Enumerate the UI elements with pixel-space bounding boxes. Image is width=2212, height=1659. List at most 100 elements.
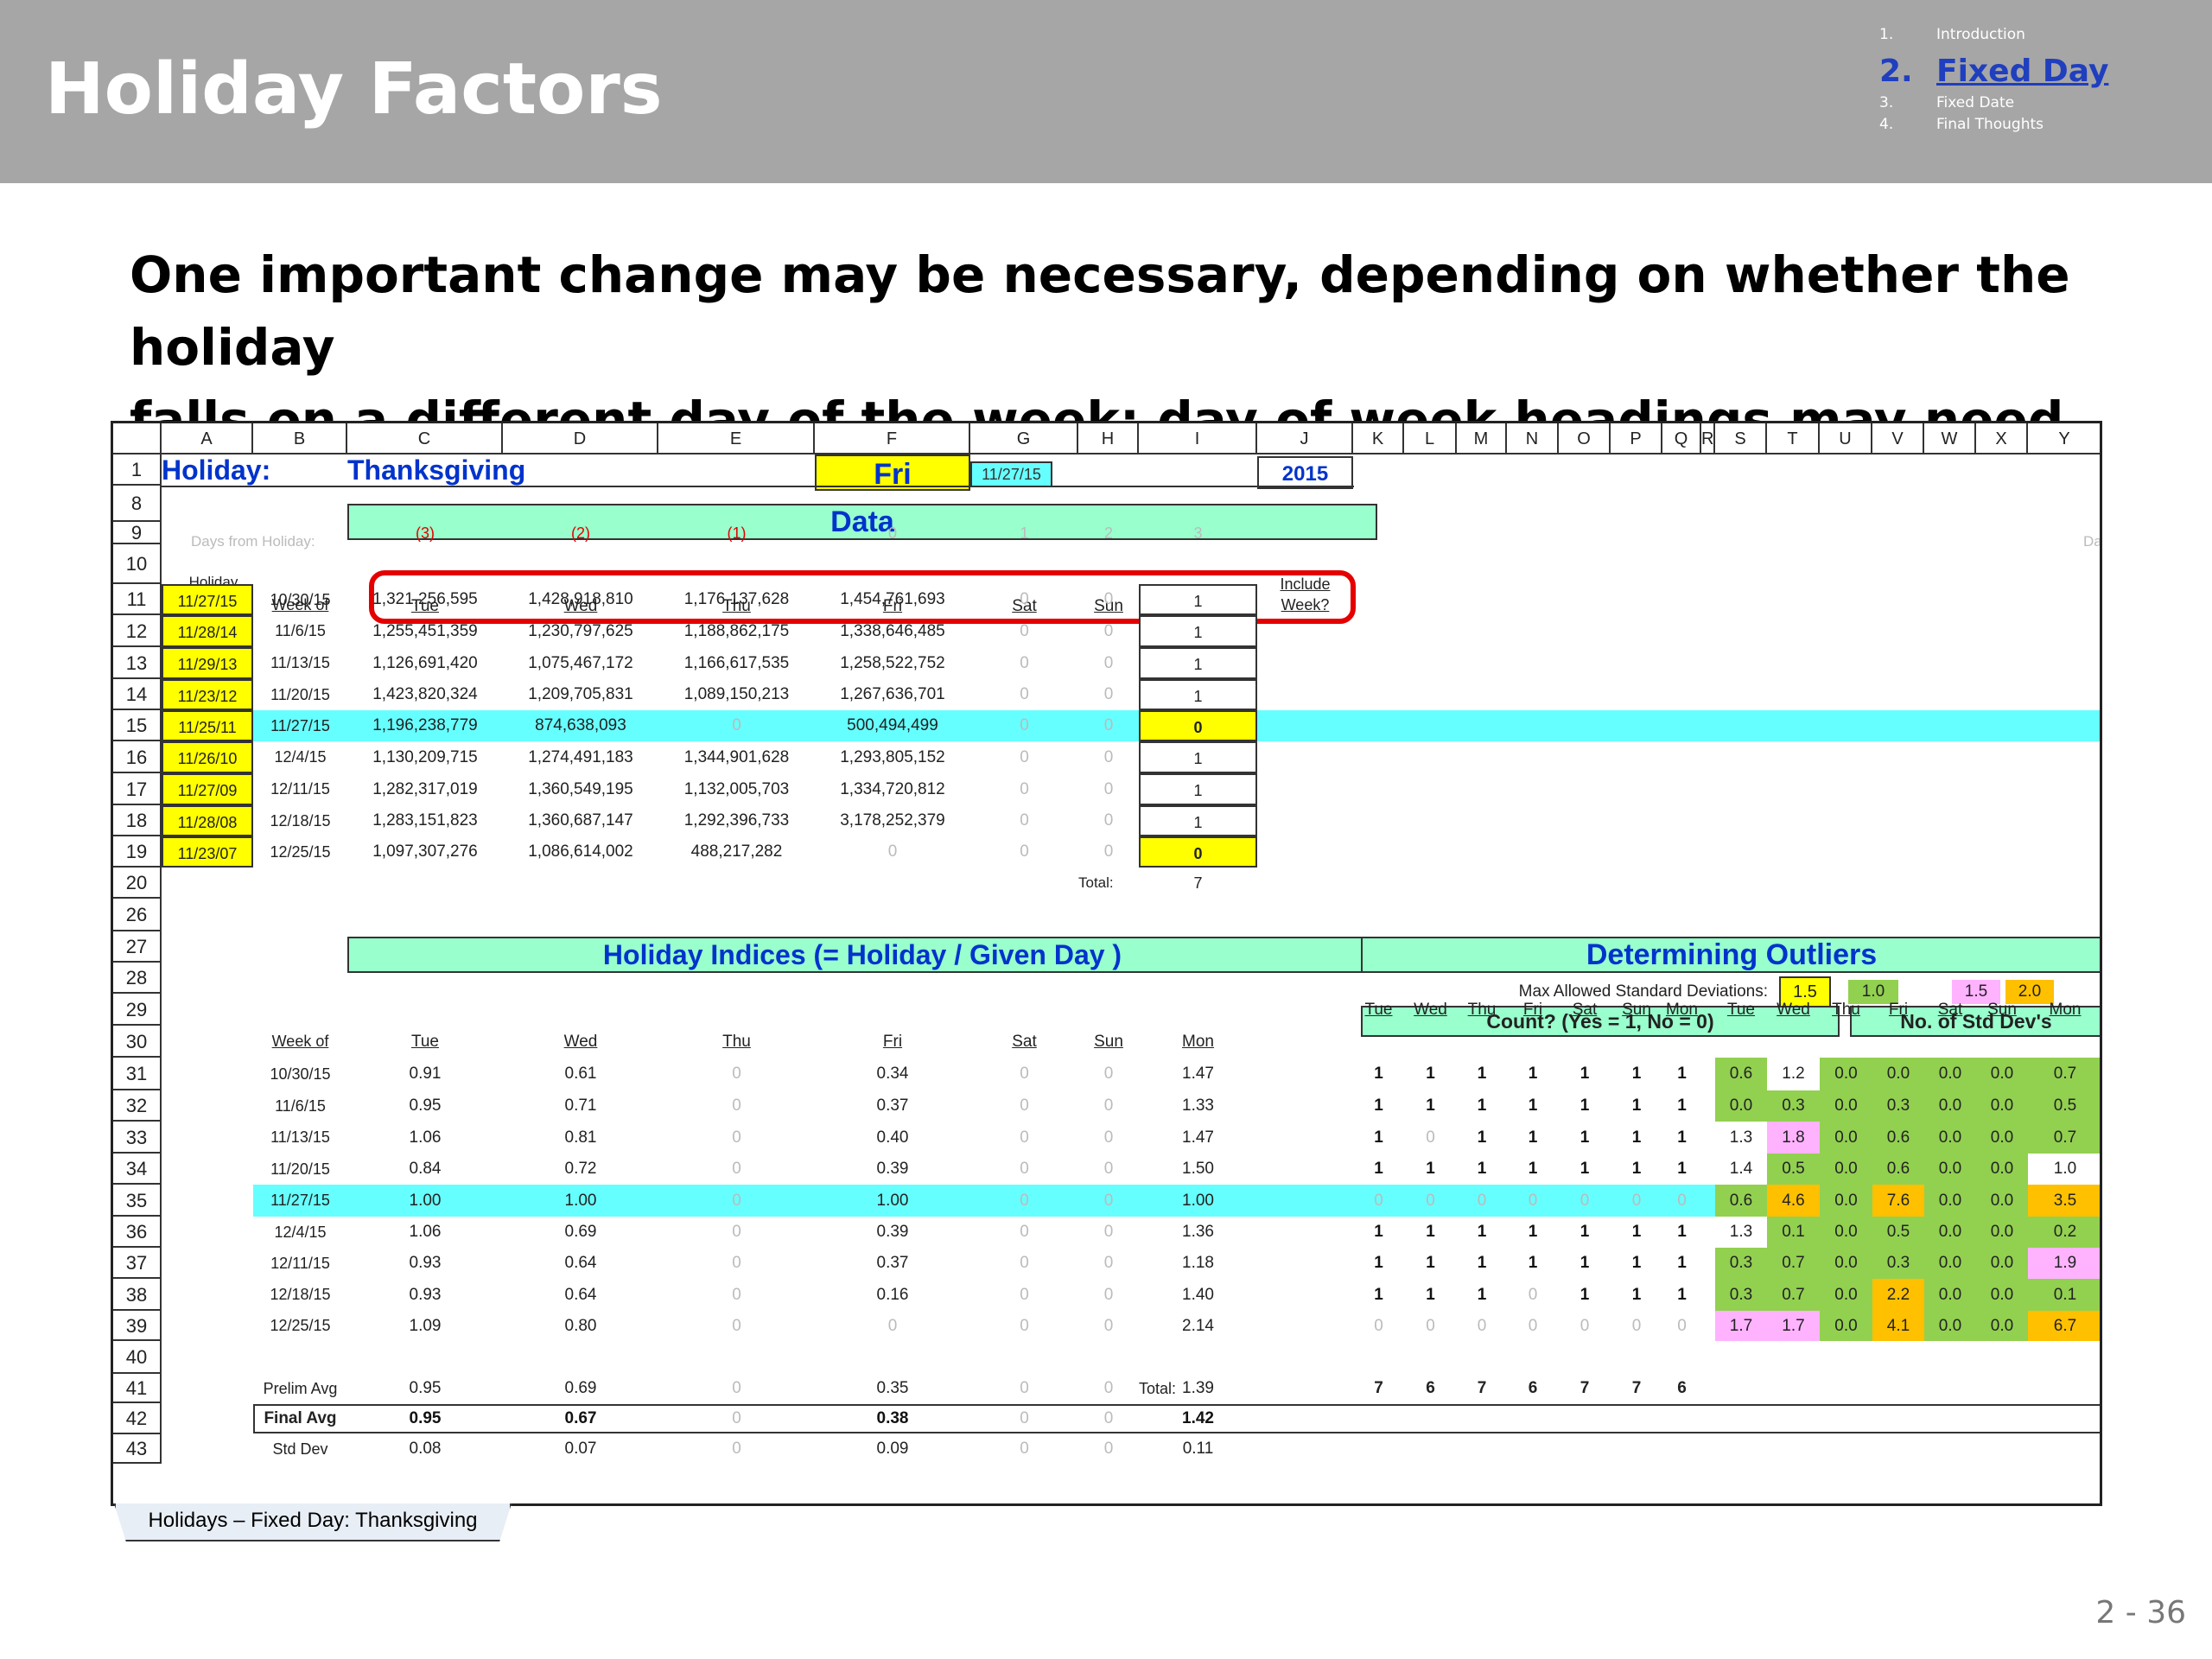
row-header-34[interactable]: 34 [113,1154,162,1185]
week-of-12: 11/6/15 [275,622,326,639]
include-15[interactable]: 0 [1139,710,1257,741]
idx-value-34-5: 0 [1020,1160,1029,1178]
idx-value-38-3: 0 [732,1286,741,1304]
spreadsheet[interactable]: A B C D E F G H I J K L M N O P Q R S T U V W X Y 1 8 9 10 11 12 13 14 15… [111,421,2102,1506]
column-header-G[interactable]: G [970,423,1078,454]
count-34-4: 1 [1528,1160,1538,1178]
row-header-12[interactable]: 12 [113,615,162,647]
row-header-13[interactable]: 13 [113,647,162,679]
row-header-8[interactable]: 8 [113,486,162,522]
row-header-31[interactable]: 31 [113,1058,162,1090]
column-header-U[interactable]: U [1820,423,1872,454]
row-header-42[interactable]: 42 [113,1403,162,1434]
row-header-32[interactable]: 32 [113,1090,162,1122]
row-header-30[interactable]: 30 [113,1026,162,1058]
count-35-1: 0 [1374,1192,1383,1210]
count-day-header-thu: Thu [1467,1001,1497,1019]
row-header-43[interactable]: 43 [113,1434,162,1464]
nav-item-3[interactable]: 3. Fixed Date [1879,94,2108,116]
include-11[interactable]: 1 [1139,584,1257,615]
nav-item-2[interactable]: 2. Fixed Day [1879,48,2108,94]
column-header-C[interactable]: C [347,423,503,454]
row-header-17[interactable]: 17 [113,773,162,805]
count-day-header-sun: Sun [1622,1001,1651,1019]
idx-value-35-2: 1.00 [564,1192,597,1210]
column-header-M[interactable]: M [1457,423,1507,454]
column-header-L[interactable]: L [1404,423,1457,454]
column-header-J[interactable]: J [1257,423,1353,454]
include-12[interactable]: 1 [1139,615,1257,647]
column-header-A[interactable]: A [162,423,253,454]
nav-item-4[interactable]: 4. Final Thoughts [1879,116,2108,137]
column-header-P[interactable]: P [1611,423,1662,454]
data-value-13-1: 1,126,691,420 [372,654,478,672]
row-header-38[interactable]: 38 [113,1279,162,1311]
column-header-Q[interactable]: Q [1662,423,1701,454]
column-header-W[interactable]: W [1924,423,1976,454]
include-19[interactable]: 0 [1139,836,1257,868]
nav-item-1[interactable]: 1. Introduction [1879,26,2108,48]
column-header-N[interactable]: N [1507,423,1559,454]
include-14[interactable]: 1 [1139,679,1257,710]
row-header-26[interactable]: 26 [113,899,162,931]
row-header-36[interactable]: 36 [113,1217,162,1248]
count-total-4: 6 [1528,1379,1538,1397]
row-header-15[interactable]: 15 [113,710,162,741]
row-header-40[interactable]: 40 [113,1341,162,1374]
column-header-H[interactable]: H [1078,423,1139,454]
row-header-11[interactable]: 11 [113,584,162,615]
row-header-1[interactable]: 1 [113,454,162,486]
holiday-date[interactable]: 11/27/15 [970,461,1052,487]
std-dev-33-7: 0.7 [2028,1122,2100,1154]
row-header-35[interactable]: 35 [113,1185,162,1217]
column-header-X[interactable]: X [1976,423,2028,454]
count-39-1: 0 [1374,1317,1383,1335]
row-header-14[interactable]: 14 [113,679,162,710]
week-of-11: 10/30/15 [270,591,331,608]
include-13[interactable]: 1 [1139,647,1257,679]
idx-day-header-sat: Sat [1012,1033,1037,1051]
row-header-27[interactable]: 27 [113,931,162,963]
column-header-S[interactable]: S [1715,423,1767,454]
include-16[interactable]: 1 [1139,741,1257,773]
count-37-1: 1 [1374,1254,1383,1272]
data-value-11-4: 1,454,761,693 [840,590,945,608]
row-header-18[interactable]: 18 [113,805,162,836]
column-header-K[interactable]: K [1353,423,1404,454]
nav-item-number: 3. [1879,94,1894,111]
column-header-T[interactable]: T [1767,423,1820,454]
column-header-O[interactable]: O [1559,423,1611,454]
final-avg-1: 0.95 [409,1409,442,1427]
column-header-E[interactable]: E [658,423,815,454]
column-header-V[interactable]: V [1872,423,1924,454]
row-header-37[interactable]: 37 [113,1248,162,1279]
column-header-B[interactable]: B [253,423,347,454]
row-header-29[interactable]: 29 [113,994,162,1026]
column-header-F[interactable]: F [815,423,970,454]
row-header-10[interactable]: 10 [113,544,162,584]
row-header-9[interactable]: 9 [113,522,162,544]
include-18[interactable]: 1 [1139,805,1257,836]
sheet-tab[interactable]: Holidays – Fixed Day: Thanksgiving [114,1503,512,1541]
row-header-33[interactable]: 33 [113,1122,162,1154]
column-header-R[interactable]: R [1701,423,1715,454]
std-dev-35-3: 0.0 [1820,1185,1872,1217]
count-37-2: 1 [1426,1254,1435,1272]
row-header-20[interactable]: 20 [113,868,162,899]
row-header-16[interactable]: 16 [113,741,162,773]
row-header-39[interactable]: 39 [113,1311,162,1341]
row-header-19[interactable]: 19 [113,836,162,868]
idx-value-36-6: 0 [1103,1223,1114,1241]
std-dev-31-2: 1.2 [1767,1058,1820,1090]
row-header-41[interactable]: 41 [113,1374,162,1403]
row-header-28[interactable]: 28 [113,963,162,994]
column-header-D[interactable]: D [503,423,658,454]
column-header-I[interactable]: I [1139,423,1257,454]
column-header-Y[interactable]: Y [2028,423,2100,454]
std-dev-39-3: 0.0 [1820,1311,1872,1341]
year-cell[interactable]: 2015 [1257,456,1353,489]
std-dev-36-1: 1.3 [1715,1217,1767,1248]
std-dev-37-6: 0.0 [1976,1248,2028,1279]
holiday-date-18: 11/28/08 [162,805,253,836]
include-17[interactable]: 1 [1139,773,1257,805]
